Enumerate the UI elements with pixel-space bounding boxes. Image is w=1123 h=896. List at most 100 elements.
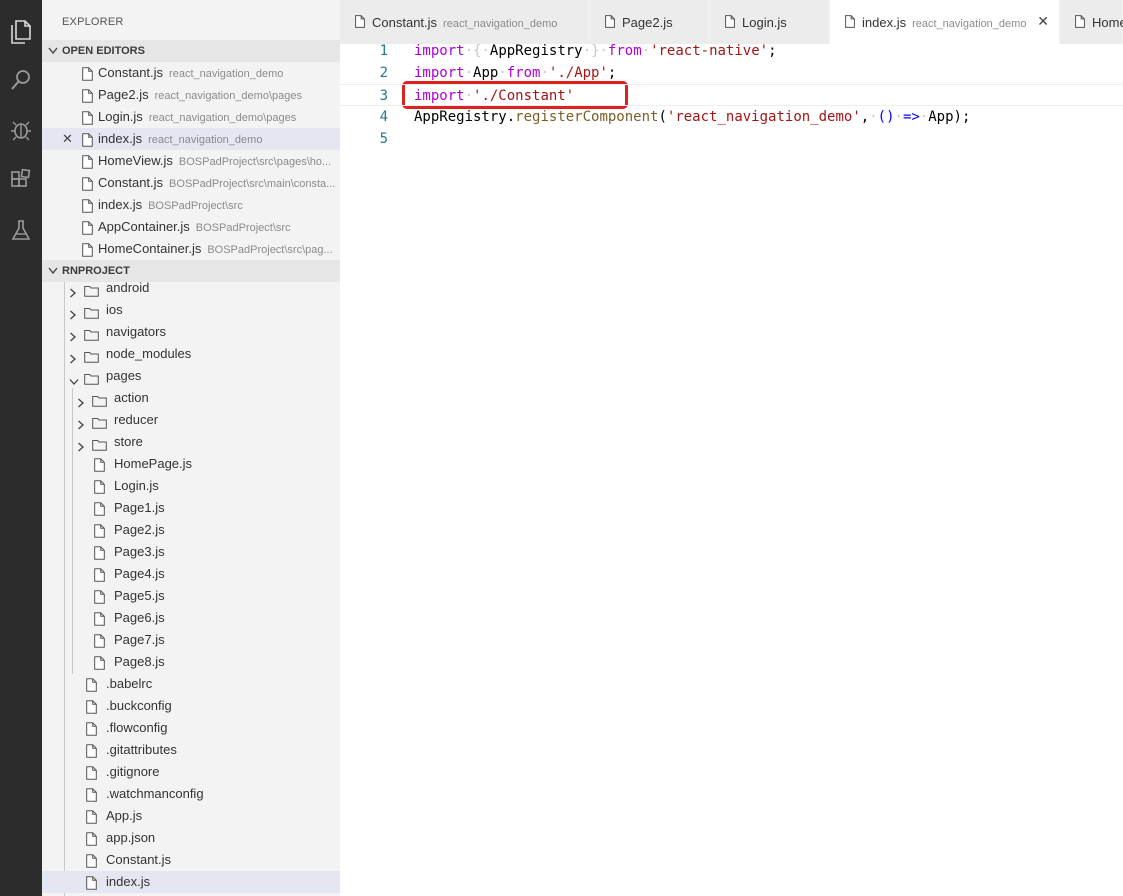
explorer-title: EXPLORER: [62, 16, 124, 28]
file-item[interactable]: Page7.js: [42, 629, 340, 651]
file-name: index.js: [98, 197, 143, 212]
file-icon: [82, 176, 93, 191]
folder-name: pages: [106, 368, 142, 383]
open-editors-header[interactable]: OPEN EDITORS: [42, 40, 340, 62]
tab-login-js[interactable]: Login.js: [710, 0, 830, 44]
folder-item[interactable]: reducer: [42, 409, 340, 431]
extensions-icon[interactable]: [5, 164, 37, 196]
debug-icon[interactable]: [5, 114, 37, 146]
chevron-right-icon[interactable]: [69, 283, 77, 298]
file-item[interactable]: Page4.js: [42, 563, 340, 585]
open-editor-item[interactable]: Constant.js BOSPadProject\src\main\consta…: [42, 172, 340, 194]
file-item[interactable]: app.json: [42, 827, 340, 849]
file-item[interactable]: Login.js: [42, 475, 340, 497]
line-number: 3: [379, 88, 388, 104]
open-editor-item[interactable]: HomeView.js BOSPadProject\src\pages\ho...: [42, 150, 340, 172]
file-icon: [94, 611, 105, 626]
file-item[interactable]: .gitattributes: [42, 739, 340, 761]
file-item[interactable]: HomePage.js: [42, 453, 340, 475]
code-token: './Constant': [473, 88, 575, 104]
folder-item[interactable]: action: [42, 387, 340, 409]
file-name: HomePage.js: [114, 456, 193, 471]
close-icon[interactable]: ✕: [62, 128, 73, 150]
chevron-right-icon[interactable]: [69, 305, 77, 320]
file-name: Page8.js: [114, 654, 165, 669]
folder-item[interactable]: android: [42, 277, 340, 299]
open-editor-item[interactable]: Login.js react_navigation_demo\pages: [42, 106, 340, 128]
chevron-down-icon[interactable]: [69, 371, 79, 385]
file-icon: [82, 66, 93, 81]
file-path: BOSPadProject\src\main\consta...: [169, 178, 336, 190]
close-icon[interactable]: ✕: [1037, 13, 1049, 30]
code-token: ,: [860, 109, 870, 125]
file-item[interactable]: .watchmanconfig: [42, 783, 340, 805]
file-item[interactable]: Page2.js: [42, 519, 340, 541]
folder-icon: [92, 436, 107, 451]
file-item[interactable]: .buckconfig: [42, 695, 340, 717]
file-item[interactable]: Constant.js: [42, 849, 340, 871]
folder-item[interactable]: node_modules: [42, 343, 340, 365]
folder-item[interactable]: pages: [42, 365, 340, 387]
code-token: ·: [641, 43, 651, 59]
file-name: Page4.js: [114, 566, 165, 581]
folder-item[interactable]: navigators: [42, 321, 340, 343]
open-editor-item[interactable]: Constant.js react_navigation_demo: [42, 62, 340, 84]
file-item[interactable]: Page6.js: [42, 607, 340, 629]
file-name: HomeContainer.js: [98, 241, 202, 256]
file-icon: [94, 567, 105, 582]
chevron-right-icon[interactable]: [69, 349, 77, 364]
code-editor[interactable]: 1 import·{·AppRegistry·}·from·'react-nati…: [340, 43, 1123, 896]
open-editor-item[interactable]: ✕ index.js react_navigation_demo: [42, 128, 340, 150]
code-token: registerComponent: [515, 109, 659, 125]
file-item[interactable]: App.js: [42, 805, 340, 827]
code-line: 5: [340, 128, 1123, 150]
tab-page2-js[interactable]: Page2.js: [590, 0, 710, 44]
tab-index-js[interactable]: index.js react_navigation_demo ✕: [830, 0, 1060, 44]
code-token: ·: [464, 65, 474, 81]
tab-home[interactable]: Home: [1060, 0, 1123, 44]
file-name: .babelrc: [106, 676, 153, 691]
file-item[interactable]: .flowconfig: [42, 717, 340, 739]
chevron-right-icon[interactable]: [77, 437, 85, 452]
code-token: ·: [582, 43, 592, 59]
open-editor-item[interactable]: AppContainer.js BOSPadProject\src: [42, 216, 340, 238]
file-item[interactable]: .gitignore: [42, 761, 340, 783]
file-icon: [86, 787, 97, 802]
code-token: ·: [481, 43, 490, 59]
file-item[interactable]: .babelrc: [42, 673, 340, 695]
folder-name: ios: [106, 302, 123, 317]
code-text: import·{·AppRegistry·}·from·'react-nativ…: [414, 40, 777, 62]
code-token: App: [473, 65, 499, 81]
file-icon: [82, 110, 93, 125]
file-name: index.js: [98, 131, 143, 146]
chevron-right-icon[interactable]: [77, 415, 85, 430]
editor-tabs: Constant.js react_navigation_demo Page2.js…: [340, 0, 1123, 44]
code-token: ·: [464, 43, 474, 59]
line-number: 4: [379, 109, 388, 125]
file-item[interactable]: Page1.js: [42, 497, 340, 519]
chevron-right-icon[interactable]: [69, 327, 77, 342]
search-icon[interactable]: [5, 64, 37, 96]
files-icon[interactable]: [5, 16, 37, 48]
code-line: 4 AppRegistry.registerComponent('react_na…: [340, 106, 1123, 128]
file-item[interactable]: Page3.js: [42, 541, 340, 563]
line-number: 2: [379, 65, 388, 81]
code-line: 2 import·App·from·'./App';: [340, 62, 1123, 84]
open-editor-item[interactable]: HomeContainer.js BOSPadProject\src\pag...: [42, 238, 340, 260]
flask-icon[interactable]: [5, 214, 37, 246]
tab-constant-js[interactable]: Constant.js react_navigation_demo: [340, 0, 590, 44]
file-path: react_navigation_demo: [169, 68, 284, 80]
file-name: Login.js: [98, 109, 143, 124]
folder-item[interactable]: store: [42, 431, 340, 453]
code-token: from: [607, 43, 642, 59]
file-item[interactable]: index.js: [42, 871, 340, 893]
code-token: ·: [540, 65, 549, 81]
open-editor-item[interactable]: Page2.js react_navigation_demo\pages: [42, 84, 340, 106]
open-editor-item[interactable]: index.js BOSPadProject\src: [42, 194, 340, 216]
folder-item[interactable]: ios: [42, 299, 340, 321]
file-icon: [94, 545, 105, 560]
folder-name: node_modules: [106, 346, 192, 361]
file-item[interactable]: Page8.js: [42, 651, 340, 673]
file-item[interactable]: Page5.js: [42, 585, 340, 607]
chevron-right-icon[interactable]: [77, 393, 85, 408]
